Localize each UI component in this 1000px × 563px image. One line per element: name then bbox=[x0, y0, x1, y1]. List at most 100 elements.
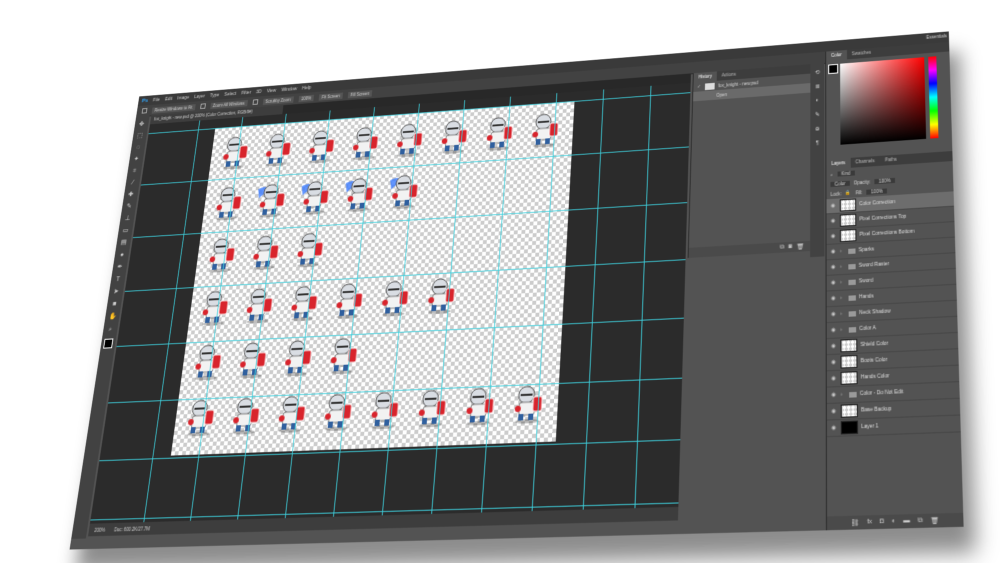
opacity-input[interactable]: 100% bbox=[874, 177, 895, 184]
dodge-tool-icon[interactable]: ● bbox=[118, 251, 126, 259]
marquee-tool-icon[interactable]: ⬚ bbox=[136, 133, 144, 141]
new-group-icon[interactable]: ▬ bbox=[903, 518, 910, 525]
hue-slider[interactable] bbox=[928, 56, 939, 139]
tab-color[interactable]: Color bbox=[826, 49, 847, 62]
tab-channels[interactable]: Channels bbox=[850, 156, 880, 168]
lasso-tool-icon[interactable]: ◌ bbox=[134, 144, 142, 152]
menu-layer[interactable]: Layer bbox=[194, 93, 205, 99]
eye-icon[interactable]: ◉ bbox=[830, 203, 837, 209]
chevron-right-icon[interactable]: › bbox=[840, 295, 845, 301]
menu-edit[interactable]: Edit bbox=[165, 96, 173, 102]
eye-icon[interactable]: ◉ bbox=[830, 343, 837, 350]
tab-history[interactable]: History bbox=[693, 71, 717, 83]
tab-layers[interactable]: Layers bbox=[826, 157, 851, 170]
magic-wand-tool-icon[interactable]: ✦ bbox=[132, 156, 140, 164]
eraser-tool-icon[interactable]: ▭ bbox=[121, 227, 129, 235]
layer-thumbnail bbox=[839, 213, 857, 227]
type-tool-icon[interactable]: T bbox=[114, 276, 122, 284]
eye-icon[interactable]: ◉ bbox=[830, 425, 838, 432]
menu-3d[interactable]: 3D bbox=[256, 89, 262, 95]
sprite-sheet-canvas[interactable] bbox=[170, 100, 575, 456]
tab-swatches[interactable]: Swatches bbox=[847, 48, 876, 60]
fx-icon[interactable]: fx bbox=[867, 519, 872, 526]
menu-type[interactable]: Type bbox=[210, 92, 220, 98]
properties-panel-icon[interactable]: ≣ bbox=[815, 83, 820, 90]
menu-help[interactable]: Help bbox=[302, 85, 312, 91]
move-tool-icon[interactable]: ✥ bbox=[138, 121, 146, 129]
fg-color-swatch[interactable] bbox=[828, 63, 839, 75]
layer-name: Color A bbox=[859, 325, 876, 332]
history-panel-icon[interactable]: ⟲ bbox=[815, 69, 820, 76]
knight-sprite bbox=[330, 279, 369, 320]
zoom-tool-icon[interactable]: ⌕ bbox=[106, 326, 114, 334]
folder-icon bbox=[848, 310, 857, 317]
zoom-value-button[interactable]: 100% bbox=[298, 94, 315, 102]
adjustment-layer-icon[interactable]: ◐ bbox=[892, 518, 896, 525]
link-icon[interactable]: ⛓ bbox=[851, 518, 859, 527]
brush-panel-icon[interactable]: ✎ bbox=[815, 111, 820, 118]
new-document-from-state-icon[interactable]: ⧉ bbox=[780, 244, 784, 251]
paragraph-panel-icon[interactable]: ¶ bbox=[816, 140, 819, 146]
chevron-right-icon[interactable]: › bbox=[840, 311, 845, 317]
scrubby-zoom-checkbox[interactable] bbox=[252, 99, 258, 105]
adjustments-panel-icon[interactable]: ◐ bbox=[816, 98, 820, 104]
camera-icon[interactable]: ◙ bbox=[788, 244, 792, 250]
menu-view[interactable]: View bbox=[267, 88, 277, 94]
eye-icon[interactable]: ◉ bbox=[830, 218, 837, 225]
eye-icon[interactable]: ◉ bbox=[830, 311, 837, 318]
scrubby-zoom-option[interactable]: Scrubby Zoom bbox=[262, 95, 294, 105]
eye-icon[interactable]: ◉ bbox=[830, 295, 837, 302]
chevron-right-icon[interactable]: › bbox=[841, 391, 846, 398]
knight-sprite bbox=[421, 274, 460, 316]
eye-icon[interactable]: ◉ bbox=[830, 233, 837, 240]
chevron-right-icon[interactable]: › bbox=[840, 279, 845, 285]
doc-info[interactable]: Doc: 600.2K/27.7M bbox=[114, 526, 150, 532]
stamp-tool-icon[interactable]: ⊥ bbox=[123, 215, 131, 223]
eye-icon[interactable]: ◉ bbox=[830, 359, 837, 366]
tab-actions[interactable]: Actions bbox=[717, 70, 741, 81]
zoom-readout[interactable]: 200% bbox=[94, 527, 105, 533]
eye-icon[interactable]: ◉ bbox=[830, 375, 837, 382]
menu-image[interactable]: Image bbox=[177, 95, 190, 101]
fit-screen-button[interactable]: Fit Screen bbox=[318, 92, 343, 101]
chevron-right-icon[interactable]: › bbox=[840, 326, 845, 333]
eyedropper-tool-icon[interactable]: ⁄ bbox=[129, 179, 137, 187]
tab-paths[interactable]: Paths bbox=[880, 154, 902, 165]
menu-file[interactable]: File bbox=[153, 97, 161, 103]
path-select-tool-icon[interactable]: ➤ bbox=[112, 288, 120, 296]
saturation-value-picker[interactable] bbox=[840, 57, 927, 145]
foreground-color-swatch[interactable] bbox=[103, 338, 114, 349]
kind-filter-select[interactable]: Kind bbox=[837, 170, 855, 177]
layer-thumbnail bbox=[839, 228, 857, 243]
menu-select[interactable]: Select bbox=[224, 91, 237, 97]
fill-input[interactable]: 100% bbox=[866, 187, 887, 195]
blend-mode-select[interactable]: Color bbox=[830, 180, 850, 187]
eye-icon[interactable]: ◉ bbox=[830, 327, 837, 334]
eye-icon[interactable]: ◉ bbox=[830, 408, 838, 415]
hand-tool-icon[interactable]: ✋ bbox=[108, 313, 117, 321]
guide-line bbox=[633, 85, 652, 522]
pen-tool-icon[interactable]: ✒ bbox=[116, 264, 124, 272]
brush-tool-icon[interactable]: ✎ bbox=[125, 203, 133, 211]
clone-source-icon[interactable]: ⊕ bbox=[815, 126, 820, 133]
menu-filter[interactable]: Filter bbox=[241, 90, 251, 96]
gradient-tool-icon[interactable]: ▤ bbox=[120, 239, 128, 247]
eye-icon[interactable]: ◉ bbox=[830, 280, 837, 287]
mask-icon[interactable]: ◘ bbox=[880, 518, 884, 525]
trash-icon[interactable]: 🗑 bbox=[930, 516, 939, 524]
lock-icon[interactable]: 🔒 bbox=[846, 190, 852, 196]
crop-tool-icon[interactable]: ⌗ bbox=[131, 168, 139, 176]
menu-window[interactable]: Window bbox=[281, 86, 297, 93]
chevron-right-icon[interactable]: › bbox=[840, 248, 845, 254]
trash-icon[interactable]: 🗑 bbox=[796, 243, 804, 251]
chevron-right-icon[interactable]: › bbox=[840, 263, 845, 270]
eye-icon[interactable]: ◉ bbox=[830, 392, 837, 399]
shape-tool-icon[interactable]: ■ bbox=[110, 301, 118, 309]
eye-icon[interactable]: ◉ bbox=[830, 264, 837, 271]
healing-tool-icon[interactable]: ✚ bbox=[127, 191, 135, 199]
fill-screen-button[interactable]: Fill Screen bbox=[347, 89, 373, 98]
resize-windows-checkbox[interactable] bbox=[141, 107, 148, 114]
zoom-all-checkbox[interactable] bbox=[199, 103, 206, 110]
eye-icon[interactable]: ◉ bbox=[830, 248, 837, 255]
new-layer-icon[interactable]: ⧉ bbox=[918, 517, 923, 525]
